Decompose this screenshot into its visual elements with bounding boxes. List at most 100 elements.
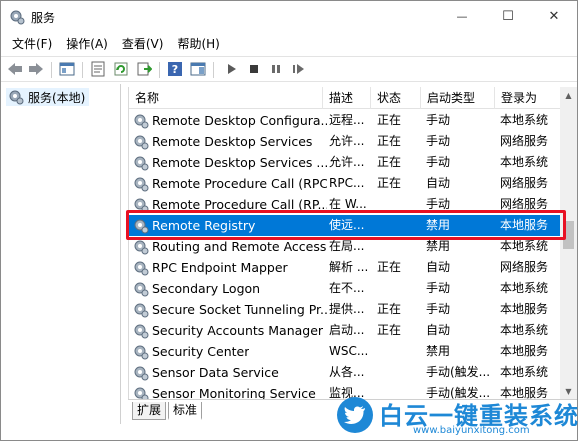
menu-bar: 文件(F) 操作(A) 查看(V) 帮助(H): [1, 33, 577, 55]
restart-service-button[interactable]: [289, 60, 307, 78]
services-window: 服务 — ☐ ✕ 文件(F) 操作(A) 查看(V) 帮助(H) ? 服务(本地…: [0, 0, 578, 441]
window-title: 服务: [31, 11, 56, 25]
table-row[interactable]: Remote Desktop Configura... 远程... 正在 手动 本地系统: [129, 110, 560, 131]
help-button[interactable]: ?: [166, 60, 184, 78]
services-list: ^ 名称 描述 状态 启动类型 登录为 Remote Desktop Confi…: [128, 87, 560, 399]
service-startup-type: 手动: [426, 281, 451, 295]
table-row-selected[interactable]: Remote Registry 使远... 禁用 本地服务: [129, 215, 560, 236]
scrollbar-thumb[interactable]: [563, 221, 574, 249]
table-row[interactable]: Security Center WSC... 禁用 本地服务: [129, 341, 560, 362]
service-gear-icon: [134, 261, 149, 275]
forward-button[interactable]: [27, 60, 45, 78]
service-startup-type: 手动: [426, 197, 451, 211]
menu-action[interactable]: 操作(A): [59, 34, 115, 54]
column-header-name[interactable]: 名称: [129, 87, 323, 109]
stop-service-icon: [250, 65, 258, 73]
column-header-status[interactable]: 状态: [371, 87, 421, 109]
tab-extended[interactable]: 扩展: [132, 402, 167, 420]
table-row[interactable]: Secondary Logon 在不... 手动 本地系统: [129, 278, 560, 299]
service-status: [377, 194, 421, 215]
service-logon-as: 本地系统: [500, 323, 549, 337]
service-name-cell: Secure Socket Tunneling Pr...: [133, 299, 327, 320]
show-hide-action-pane-button[interactable]: [189, 60, 207, 78]
service-name: Remote Registry: [152, 218, 256, 233]
service-name: Secondary Logon: [152, 281, 261, 296]
service-description: 在局...: [329, 239, 365, 253]
service-name: Sensor Monitoring Service: [152, 386, 316, 399]
tree-item-services-local[interactable]: 服务(本地): [6, 88, 90, 106]
table-row[interactable]: Remote Procedure Call (RPC) RPC... 正在 自动 网络服…: [129, 173, 560, 194]
service-description: RPC...: [329, 176, 365, 190]
stop-service-button[interactable]: [245, 60, 263, 78]
title-bar: 服务 — ☐ ✕: [1, 1, 577, 32]
service-name-cell: Remote Registry: [133, 215, 327, 236]
service-startup-type: 手动: [426, 302, 451, 316]
service-status: [377, 341, 421, 362]
service-name-cell: Remote Procedure Call (RP...: [133, 194, 327, 215]
service-status: 正在: [377, 260, 402, 274]
service-gear-icon: [134, 324, 149, 338]
twitter-bird-icon: [337, 397, 373, 433]
tab-standard[interactable]: 标准: [168, 402, 203, 420]
service-startup-type: 禁用: [426, 218, 451, 232]
table-row[interactable]: Remote Procedure Call (RP... 在 W... 手动 网络服务: [129, 194, 560, 215]
start-service-button[interactable]: [222, 60, 240, 78]
column-header-startup-type[interactable]: 启动类型: [421, 87, 495, 109]
service-logon-as: 本地系统: [500, 281, 549, 295]
table-row[interactable]: Security Accounts Manager 启动... 正在 自动 本地系统: [129, 320, 560, 341]
column-header-logon-as[interactable]: 登录为: [495, 87, 560, 109]
show-console-tree-button[interactable]: [58, 60, 76, 78]
table-row[interactable]: Routing and Remote Access 在局... 禁用 本地系统: [129, 236, 560, 257]
menu-view[interactable]: 查看(V): [115, 34, 171, 54]
close-button[interactable]: ✕: [531, 1, 577, 32]
svg-text:?: ?: [172, 63, 178, 76]
table-row[interactable]: Sensor Data Service 从各... 手动(触发... 本地系统: [129, 362, 560, 383]
scroll-up-arrow-icon[interactable]: ▲: [560, 87, 577, 103]
service-status: [377, 362, 421, 383]
service-status: 正在: [377, 302, 402, 316]
properties-button[interactable]: [89, 60, 107, 78]
service-gear-icon: [134, 114, 149, 128]
forward-arrow-icon: [29, 63, 43, 75]
vertical-scrollbar[interactable]: ▲ ▼: [560, 87, 577, 399]
export-list-icon: [137, 62, 152, 76]
close-icon: ✕: [548, 9, 560, 24]
watermark-logo: 白云一键重装系统 www.baiyunxitong.com: [331, 393, 578, 441]
service-status: 正在: [377, 176, 402, 190]
service-startup-type: 禁用: [426, 239, 451, 253]
menu-file[interactable]: 文件(F): [5, 34, 59, 54]
service-name-cell: Remote Desktop Services ...: [133, 152, 327, 173]
service-name: Remote Procedure Call (RP...: [152, 197, 327, 212]
service-logon-as: 网络服务: [500, 197, 549, 211]
service-name: Remote Desktop Services ...: [152, 155, 327, 170]
service-status: 正在: [377, 113, 402, 127]
table-row[interactable]: Secure Socket Tunneling Pr... 提供... 正在 手动 本地…: [129, 299, 560, 320]
column-header-description[interactable]: 描述: [323, 87, 371, 109]
service-status: 正在: [377, 155, 402, 169]
properties-icon: [91, 61, 105, 77]
service-name-cell: Sensor Monitoring Service: [133, 383, 327, 399]
service-startup-type: 自动: [426, 260, 451, 274]
refresh-button[interactable]: [112, 60, 130, 78]
table-row[interactable]: Remote Desktop Services ... 允许... 正在 手动 本地系统: [129, 152, 560, 173]
service-name-cell: Remote Desktop Configura...: [133, 110, 327, 131]
service-name-cell: Routing and Remote Access: [133, 236, 327, 257]
maximize-button[interactable]: ☐: [485, 1, 531, 32]
console-tree: 服务(本地): [2, 84, 121, 424]
minimize-button[interactable]: —: [439, 1, 485, 32]
refresh-icon: [114, 62, 128, 76]
pause-service-button[interactable]: [267, 60, 285, 78]
service-description: 使远...: [329, 218, 365, 232]
service-gear-icon: [134, 156, 149, 170]
export-list-button[interactable]: [135, 60, 153, 78]
table-row[interactable]: RPC Endpoint Mapper 解析 ... 正在 自动 网络服务: [129, 257, 560, 278]
table-row[interactable]: Remote Desktop Services 允许... 正在 手动 网络服务: [129, 131, 560, 152]
back-button[interactable]: [6, 60, 24, 78]
service-logon-as: 本地服务: [500, 302, 549, 316]
service-gear-icon: [134, 366, 149, 380]
service-name: Security Accounts Manager: [152, 323, 324, 338]
service-description: 允许...: [329, 155, 365, 169]
service-startup-type: 禁用: [426, 344, 451, 358]
service-logon-as: 网络服务: [500, 176, 549, 190]
menu-help[interactable]: 帮助(H): [170, 34, 226, 54]
